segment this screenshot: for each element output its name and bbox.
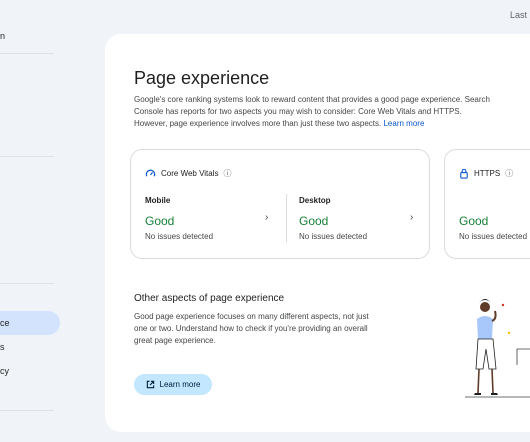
sidebar-item-label[interactable]: ce [0,318,10,328]
https-card: HTTPS ⓘ Good No issues detected [444,149,530,259]
sidebar-item-label[interactable]: cy [0,366,9,376]
person-illustration [465,299,530,398]
last-updated-text: Last [510,10,528,20]
column-divider [286,194,287,242]
other-aspects-description: Good page experience focuses on many dif… [134,312,369,345]
lock-icon [460,168,468,179]
page-experience-card: Page experience Google's core ranking sy… [105,34,530,432]
chevron-right-icon[interactable]: › [265,212,268,223]
mobile-column[interactable]: Mobile Good No issues detected [145,196,213,241]
sidebar-item-label[interactable]: n [0,31,5,41]
https-status: Good [459,214,489,228]
mobile-detail: No issues detected [145,232,214,241]
page-description: Google's core ranking systems look to re… [134,94,494,130]
core-web-vitals-title[interactable]: Core Web Vitals [161,169,219,178]
desktop-status: Good [299,214,329,228]
page-title: Page experience [134,68,270,88]
help-icon[interactable]: ⓘ [224,168,232,179]
description-text: Google's core ranking systems look to re… [134,95,490,128]
mobile-label: Mobile [145,196,171,205]
learn-more-button-label: Learn more [159,380,201,389]
learn-more-button[interactable]: Learn more [134,374,212,395]
chevron-right-icon[interactable]: › [410,212,413,223]
open-in-new-icon [146,380,154,389]
core-web-vitals-header: Core Web Vitals ⓘ [145,168,232,179]
speed-gauge-icon [145,169,156,177]
sidebar-divider [0,283,54,284]
sidebar-divider [0,410,54,411]
help-icon[interactable]: ⓘ [505,168,513,179]
learn-more-link[interactable]: Learn more [383,119,424,128]
sidebar: n ce s cy [0,0,62,442]
https-detail: No issues detected [459,232,528,241]
https-header: HTTPS ⓘ [459,168,513,179]
sidebar-divider [0,156,54,157]
sidebar-divider [0,53,54,54]
https-column[interactable]: Good No issues detected [459,205,527,241]
other-aspects-title: Other aspects of page experience [134,293,285,304]
mobile-status: Good [145,214,175,228]
sidebar-item-label[interactable]: s [0,342,5,352]
desktop-detail: No issues detected [299,232,368,241]
https-title[interactable]: HTTPS [474,169,500,178]
desktop-column[interactable]: Desktop Good No issues detected [299,196,367,241]
desktop-label: Desktop [299,196,331,205]
core-web-vitals-card: Core Web Vitals ⓘ Mobile Good No issues … [130,149,430,259]
